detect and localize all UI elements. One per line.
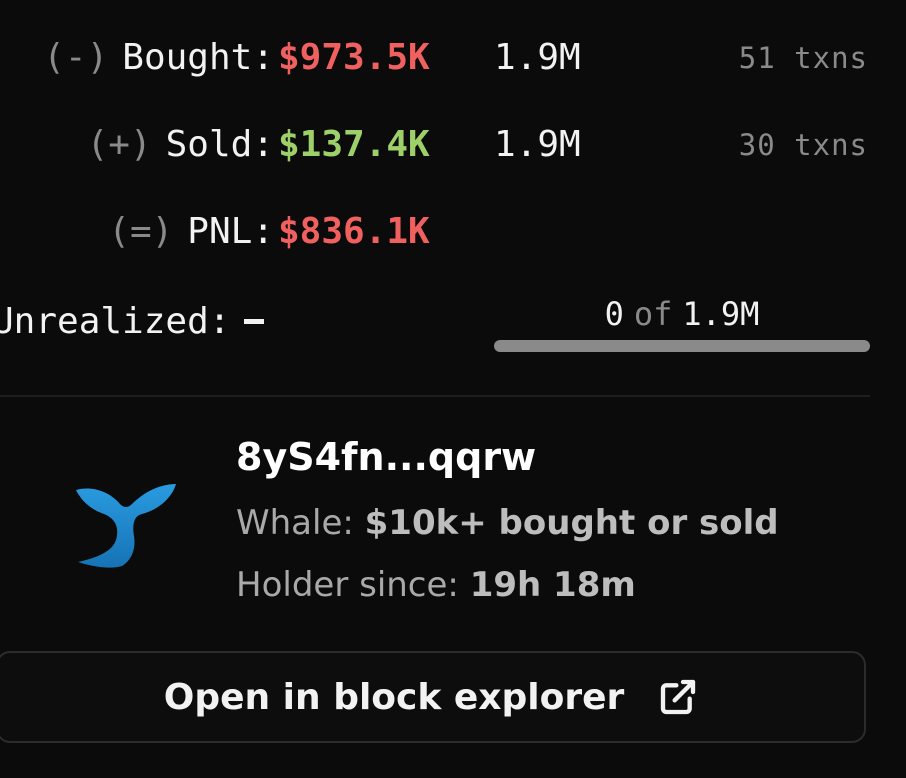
bought-txn-count: 51 txns — [738, 41, 868, 75]
sold-label: Sold: — [165, 124, 274, 165]
holder-since-label: Holder since: — [236, 565, 459, 605]
wallet-address: 8yS4fn...qqrw — [236, 435, 537, 479]
wallet-class-label: Whale: — [236, 503, 354, 543]
holder-since: Holder since: 19h 18m — [236, 560, 636, 610]
plus-sign: (+) — [86, 124, 152, 165]
held-amount: 0 — [604, 295, 624, 333]
sold-label-group: (+) Sold: — [87, 115, 274, 175]
holding-progress-text: 0 of 1.9M — [494, 286, 870, 342]
bought-row: (-) Bought: $973.5K 1.9M 51 txns — [0, 28, 906, 88]
unrealized-empty-value — [244, 318, 265, 324]
pnl-label: PNL: — [187, 211, 274, 252]
sold-quantity: 1.9M — [494, 124, 581, 165]
holder-since-value: 19h 18m — [469, 565, 636, 605]
section-divider — [0, 395, 870, 397]
bought-quantity: 1.9M — [494, 37, 581, 78]
open-block-explorer-button[interactable]: Open in block explorer — [0, 651, 866, 743]
bought-label-group: (-) Bought: — [43, 28, 274, 88]
equals-sign: (=) — [108, 211, 174, 252]
pnl-label-group: (=) PNL: — [108, 202, 274, 262]
unrealized-label: Unrealized: — [0, 301, 231, 342]
of-word: of — [633, 295, 673, 333]
sold-row: (+) Sold: $137.4K 1.9M 30 txns — [0, 115, 906, 175]
pnl-amount: $836.1K — [278, 211, 430, 252]
wallet-class: Whale: $10k+ bought or sold — [236, 498, 779, 548]
external-link-icon — [661, 679, 696, 715]
sold-amount: $137.4K — [278, 124, 430, 165]
pnl-row: (=) PNL: $836.1K — [0, 202, 906, 262]
open-block-explorer-label: Open in block explorer — [163, 676, 625, 718]
sold-txn-count: 30 txns — [738, 128, 868, 162]
bought-amount: $973.5K — [278, 37, 430, 78]
bought-label: Bought: — [122, 37, 274, 78]
minus-sign: (-) — [43, 37, 109, 78]
total-amount: 1.9M — [682, 295, 760, 333]
holding-progress-bar — [494, 340, 870, 352]
unrealized-row: Unrealized: — [0, 292, 265, 352]
wallet-class-value: $10k+ bought or sold — [364, 503, 779, 543]
whale-icon — [76, 484, 176, 568]
